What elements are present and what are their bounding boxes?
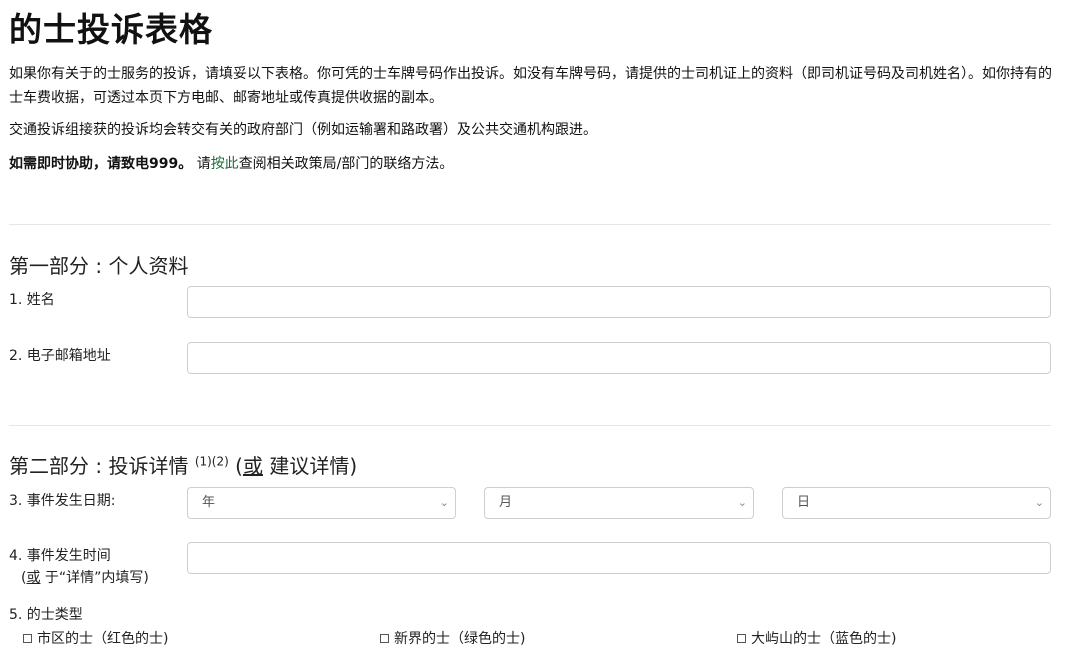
section2-title: 第二部分 : 投诉详情 (1)(2) (或 建议详情) xyxy=(9,453,357,479)
section2-title-main: 第二部分 : 投诉详情 xyxy=(9,454,189,478)
forward-note: 交通投诉组接获的投诉均会转交有关的政府部门（例如运输署和路政署）及公共交通机构跟… xyxy=(9,122,597,138)
taxi-type-lantau-label: 大屿山的士（蓝色的士) xyxy=(751,631,897,647)
checkbox-icon xyxy=(23,633,32,643)
section2-paren-open: ( xyxy=(235,454,243,478)
taxi-type-urban-checkbox[interactable]: 市区的士（红色的士) xyxy=(23,628,168,648)
chevron-down-icon: ⌄ xyxy=(737,496,747,509)
urgent-pre-text: 请 xyxy=(196,156,211,172)
taxi-type-label: 5. 的士类型 xyxy=(9,607,83,623)
day-select[interactable]: 日 ⌄ xyxy=(782,487,1051,519)
name-label: 1. 姓名 xyxy=(9,292,55,308)
urgent-help-note: 如需即时协助，请致电999。 请按此查阅相关政策局/部门的联络方法。 xyxy=(9,153,1071,175)
taxi-type-lantau-checkbox[interactable]: 大屿山的士（蓝色的士) xyxy=(737,628,896,648)
time-label-line1: 4. 事件发生时间 xyxy=(9,548,111,564)
year-select-value: 年 xyxy=(202,495,216,510)
email-label: 2. 电子邮箱地址 xyxy=(9,348,111,364)
checkbox-icon xyxy=(737,633,746,643)
intro-paragraph: 如果你有关于的士服务的投诉，请填妥以下表格。你可凭的士车牌号码作出投诉。如没有车… xyxy=(9,66,1052,106)
section2-or: 或 xyxy=(242,454,263,478)
time-label-rest: 于“详情”内填写) xyxy=(40,570,149,586)
urgent-bold-text: 如需即时协助，请致电999。 xyxy=(9,156,193,172)
time-label-line2: (或 于“详情”内填写) xyxy=(9,567,149,589)
month-select[interactable]: 月 ⌄ xyxy=(484,487,754,519)
email-input[interactable] xyxy=(187,342,1051,374)
time-label-or: 或 xyxy=(26,570,41,586)
chevron-down-icon: ⌄ xyxy=(1034,496,1044,509)
time-input[interactable] xyxy=(187,542,1051,574)
checkbox-icon xyxy=(380,633,389,643)
year-select[interactable]: 年 ⌄ xyxy=(187,487,456,519)
footnote-ref: (1)(2) xyxy=(194,454,229,469)
chevron-down-icon: ⌄ xyxy=(439,496,449,509)
taxi-complaint-form-page: 的士投诉表格 如果你有关于的士服务的投诉，请填妥以下表格。你可凭的士车牌号码作出… xyxy=(0,0,1080,671)
section1-title: 第一部分 : 个人资料 xyxy=(9,254,189,278)
page-title: 的士投诉表格 xyxy=(9,10,213,49)
time-label: 4. 事件发生时间 (或 于“详情”内填写) xyxy=(9,545,149,589)
section2-title-rest: 建议详情) xyxy=(262,454,358,478)
urgent-post-text: 查阅相关政策局/部门的联络方法。 xyxy=(238,156,454,172)
day-select-value: 日 xyxy=(797,495,811,510)
section-divider-2 xyxy=(9,425,1051,426)
name-input[interactable] xyxy=(187,286,1051,318)
taxi-type-urban-label: 市区的士（红色的士) xyxy=(37,631,169,647)
taxi-type-nt-label: 新界的士（绿色的士) xyxy=(394,631,526,647)
section-divider-1 xyxy=(9,224,1051,225)
month-select-value: 月 xyxy=(499,495,513,510)
taxi-type-nt-checkbox[interactable]: 新界的士（绿色的士) xyxy=(380,628,525,648)
date-label: 3. 事件发生日期: xyxy=(9,493,116,509)
contact-link[interactable]: 按此 xyxy=(211,156,239,172)
